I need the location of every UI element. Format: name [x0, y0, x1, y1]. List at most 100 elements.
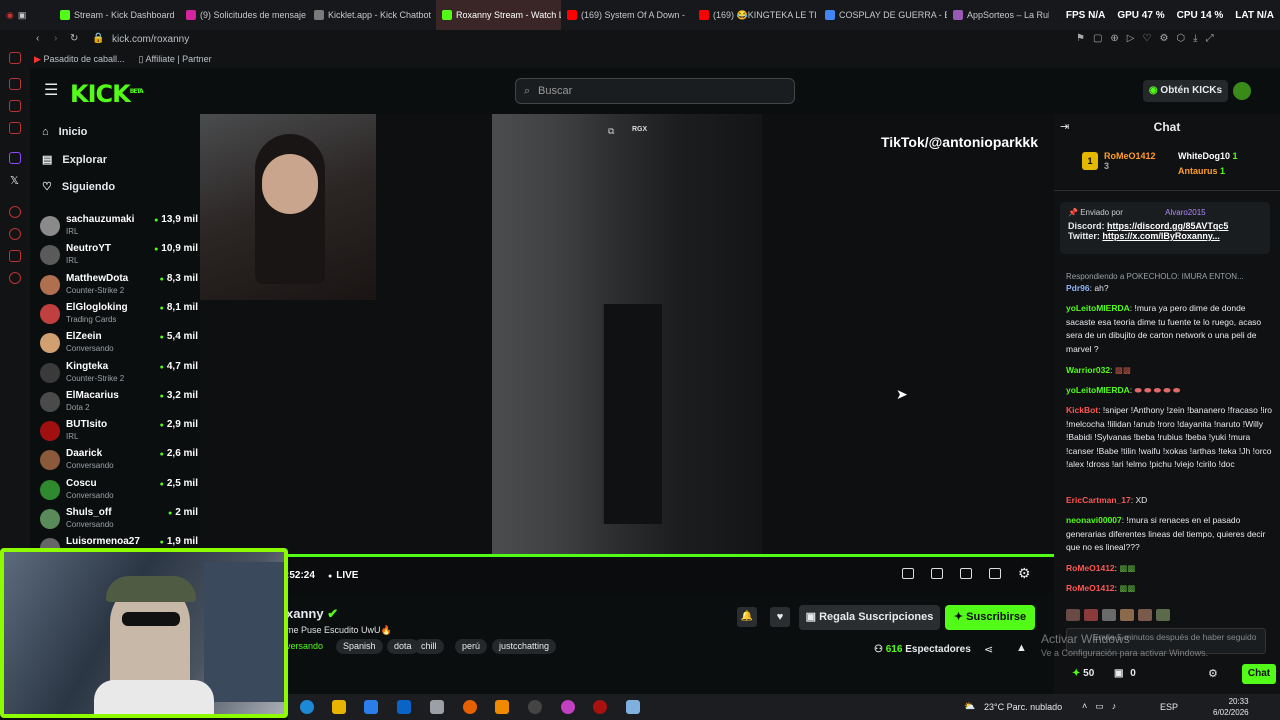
following-channel[interactable]: DaarickConversando 2,6 mil: [40, 446, 200, 475]
menu-icon[interactable]: ☰: [44, 80, 58, 100]
progress-bar[interactable]: [200, 554, 1054, 557]
following-channel[interactable]: ElMacariusDota 2 3,2 mil: [40, 388, 200, 417]
language[interactable]: ESP: [1160, 702, 1178, 712]
report-icon[interactable]: ▲: [1016, 642, 1027, 654]
stream-tag[interactable]: chill: [414, 639, 444, 654]
discord-link[interactable]: https://discord.gg/85AVTqc5: [1107, 221, 1228, 231]
twitter-link[interactable]: https://x.com/IByRoxanny...: [1102, 231, 1219, 241]
nav-following[interactable]: ♡ Siguiendo: [42, 180, 115, 194]
twitch-icon[interactable]: [9, 152, 21, 164]
settings-icon[interactable]: [9, 272, 21, 284]
nav-home[interactable]: ⌂ Inicio: [42, 126, 87, 138]
share-icon[interactable]: ⋖: [984, 643, 993, 656]
history-icon[interactable]: [9, 228, 21, 240]
gear-icon[interactable]: ⚙: [1018, 565, 1031, 582]
stream-tag[interactable]: justcchatting: [492, 639, 557, 654]
search-input[interactable]: ⌕ Buscar: [515, 78, 795, 104]
chat-username[interactable]: yoLeitoMIERDA: [1066, 385, 1130, 395]
chat-username[interactable]: RoMeO1412: [1066, 563, 1115, 573]
bookmark-item[interactable]: ▯ Affiliate | Partner: [139, 54, 212, 65]
vlc-icon[interactable]: [495, 700, 509, 714]
browser-tab[interactable]: (9) Solicitudes de mensaje: [180, 0, 308, 30]
forward-icon[interactable]: ›: [54, 33, 57, 44]
app-icon[interactable]: [626, 700, 640, 714]
kick-logo[interactable]: KICKBETA: [70, 80, 144, 108]
top-gifter[interactable]: Antaurus 1: [1178, 166, 1225, 176]
sidebar-app-icon[interactable]: [9, 122, 21, 134]
top-gifter[interactable]: RoMeO1412 3: [1104, 151, 1156, 171]
following-channel[interactable]: sachauzumaki IRL 13,9 mil: [40, 212, 200, 241]
browser-tab[interactable]: AppSorteos – La Ruleta: [947, 0, 1049, 30]
chat-username[interactable]: Warrior032: [1066, 365, 1110, 375]
chat-username[interactable]: Pdr96: [1066, 283, 1090, 293]
video-player[interactable]: ⧉ RGX TikTok/@antonioparkkk ➤: [200, 114, 1054, 554]
store-icon[interactable]: [364, 700, 378, 714]
pip-icon[interactable]: [902, 568, 914, 579]
edge-icon[interactable]: [300, 700, 314, 714]
browser-tab[interactable]: (169) 😂KINGTEKA LE TI: [693, 0, 819, 30]
top-gifter[interactable]: WhiteDog10 1: [1178, 151, 1238, 161]
reload-icon[interactable]: ↻: [70, 33, 78, 44]
stream-tag[interactable]: perú: [455, 639, 488, 654]
sidebar-app-icon[interactable]: [9, 52, 21, 64]
emote-row[interactable]: [1066, 609, 1266, 623]
subscribe-button[interactable]: ✦ Suscribirse: [945, 605, 1035, 630]
obs-icon[interactable]: [528, 700, 542, 714]
channel-name[interactable]: xanny ✔: [286, 606, 338, 622]
toolbar-icons[interactable]: ⚑▢⊕▷♡⚙⬡⤓⤢: [1076, 33, 1222, 44]
chat-username[interactable]: yoLeitoMIERDA: [1066, 303, 1130, 313]
app-icon[interactable]: [430, 700, 444, 714]
fullscreen-icon[interactable]: [989, 568, 1001, 579]
send-chat-button[interactable]: Chat: [1242, 664, 1276, 684]
clip-icon[interactable]: [931, 568, 943, 579]
outlook-icon[interactable]: [397, 700, 411, 714]
following-channel[interactable]: BUTIsitoIRL 2,9 mil: [40, 417, 200, 446]
gift-subs-button[interactable]: ▣ Regala Suscripciones: [799, 605, 940, 630]
firefox-icon[interactable]: [463, 700, 477, 714]
avatar[interactable]: [1233, 82, 1251, 100]
sidebar-app-icon[interactable]: [9, 78, 21, 90]
browser-tab[interactable]: Stream - Kick Dashboard: [54, 0, 180, 30]
opera-icon[interactable]: [593, 700, 607, 714]
chat-username[interactable]: RoMeO1412: [1066, 583, 1115, 593]
browser-controls[interactable]: ◉ ▣: [0, 0, 54, 30]
back-icon[interactable]: ‹: [36, 33, 39, 44]
sidebar-app-icon[interactable]: [9, 250, 21, 262]
chat-username[interactable]: KickBot: [1066, 405, 1098, 415]
chat-settings-icon[interactable]: ⚙: [1208, 667, 1218, 680]
following-channel[interactable]: CoscuConversando 2,5 mil: [40, 476, 200, 505]
follow-heart-icon[interactable]: ♥: [770, 607, 790, 627]
following-channel[interactable]: NeutroYTIRL 10,9 mil: [40, 241, 200, 270]
following-channel[interactable]: Shuls_off Conversando 2 mil: [40, 505, 200, 534]
following-channel[interactable]: ElGloglokingTrading Cards 8,1 mil: [40, 300, 200, 329]
browser-tab[interactable]: COSPLAY DE GUERRA - B: [819, 0, 947, 30]
chat-username[interactable]: EricCartman_17: [1066, 495, 1131, 505]
following-channel[interactable]: ElZeeinConversando 5,4 mil: [40, 329, 200, 358]
following-channel[interactable]: MatthewDotaCounter-Strike 2 8,3 mil: [40, 271, 200, 300]
x-icon[interactable]: 𝕏: [10, 174, 19, 187]
popout-icon[interactable]: ⧉: [608, 126, 614, 137]
chat-username[interactable]: neonavi00007: [1066, 515, 1122, 525]
app-icon[interactable]: [561, 700, 575, 714]
sidebar-app-icon[interactable]: [9, 206, 21, 218]
explorer-icon[interactable]: [332, 700, 346, 714]
stream-category[interactable]: versando: [286, 641, 323, 651]
stream-tag[interactable]: Spanish: [336, 639, 383, 654]
tray-icons[interactable]: ˄▭♪: [1082, 701, 1124, 712]
following-channel[interactable]: KingtekaCounter-Strike 2 4,7 mil: [40, 359, 200, 388]
browser-tab[interactable]: Kicklet.app - Kick Chatbot: [308, 0, 436, 30]
browser-menu-icon[interactable]: ◉: [6, 10, 14, 21]
sidebar-app-icon[interactable]: [9, 100, 21, 112]
browser-tab[interactable]: (169) System Of A Down -: [561, 0, 693, 30]
browser-tab[interactable]: Roxanny Stream - Watch L: [436, 0, 561, 30]
theater-icon[interactable]: [960, 568, 972, 579]
bell-icon[interactable]: 🔔: [737, 607, 757, 627]
weather[interactable]: 23°C Parc. nublado: [984, 702, 1062, 712]
get-kicks-button[interactable]: ◉ Obtén KICKs: [1143, 80, 1228, 102]
nav-explore[interactable]: ▤ Explorar: [42, 153, 107, 167]
bookmark-item[interactable]: ▶ Pasadito de caball...: [34, 54, 125, 65]
url-field[interactable]: kick.com/roxanny: [112, 34, 189, 45]
workspaces-icon[interactable]: ▣: [18, 10, 27, 21]
pinned-message[interactable]: 📌 Enviado por Alvaro2015 Discord: https:…: [1060, 202, 1270, 254]
clock[interactable]: 20:33 6/02/2026: [1213, 696, 1249, 718]
